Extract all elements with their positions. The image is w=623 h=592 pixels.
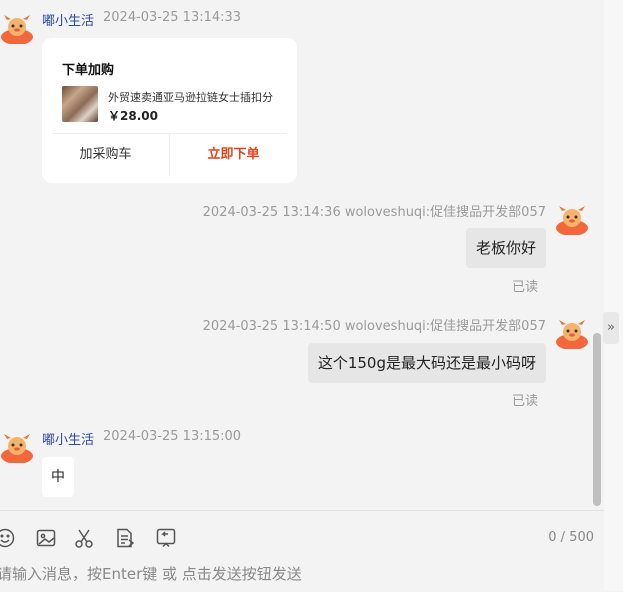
shop-avatar[interactable]	[0, 429, 34, 463]
message-bubble: 老板你好	[465, 228, 546, 268]
message-bubble: 中	[42, 457, 74, 497]
read-status: 已读	[511, 280, 538, 295]
message-bubble: 这个150g是最大码还是最小码呀	[307, 343, 546, 383]
sender-name[interactable]: 嘟小生活	[42, 10, 94, 29]
composer: 0 / 500 请输入消息，按Enter键 或 点击发送按钮发送	[0, 510, 604, 592]
product-price: ￥28.00	[108, 109, 158, 123]
scissors-icon[interactable]	[73, 527, 95, 549]
document-icon[interactable]	[114, 527, 136, 549]
message-meta: 2024-03-25 13:14:50 woloveshuqi:促佳搜品开发部0…	[202, 319, 546, 334]
message-time: 2024-03-25 13:14:33	[103, 10, 242, 25]
char-count: 0 / 500	[548, 530, 594, 545]
message-input[interactable]: 请输入消息，按Enter键 或 点击发送按钮发送	[0, 563, 302, 584]
image-icon[interactable]	[35, 527, 57, 549]
message-meta: 2024-03-25 13:14:36 woloveshuqi:促佳搜品开发部0…	[202, 205, 546, 220]
chat-scrollbar[interactable]	[593, 333, 601, 506]
shop-avatar[interactable]	[0, 10, 34, 44]
card-title: 下单加购	[62, 63, 115, 78]
read-status: 已读	[511, 394, 538, 409]
chat-panel: 嘟小生活 2024-03-25 13:14:33 下单加购 外贸速卖通亚马逊拉链…	[0, 0, 604, 510]
product-thumbnail[interactable]	[62, 86, 98, 122]
product-title[interactable]: 外贸速卖通亚马逊拉链女士插扣分	[108, 89, 283, 105]
recall-icon[interactable]	[155, 527, 177, 549]
buy-now-button[interactable]: 立即下单	[170, 134, 297, 176]
side-strip	[604, 0, 623, 591]
expand-panel-icon[interactable]: »	[603, 312, 619, 344]
user-avatar[interactable]	[555, 201, 589, 235]
sender-name[interactable]: 嘟小生活	[42, 429, 94, 448]
add-to-cart-button[interactable]: 加采购车	[42, 134, 169, 176]
message-time: 2024-03-25 13:15:00	[103, 429, 242, 444]
order-card: 下单加购 外贸速卖通亚马逊拉链女士插扣分 ￥28.00 加采购车 立即下单	[42, 38, 297, 183]
user-avatar[interactable]	[555, 315, 589, 349]
emoji-icon[interactable]	[0, 527, 16, 549]
